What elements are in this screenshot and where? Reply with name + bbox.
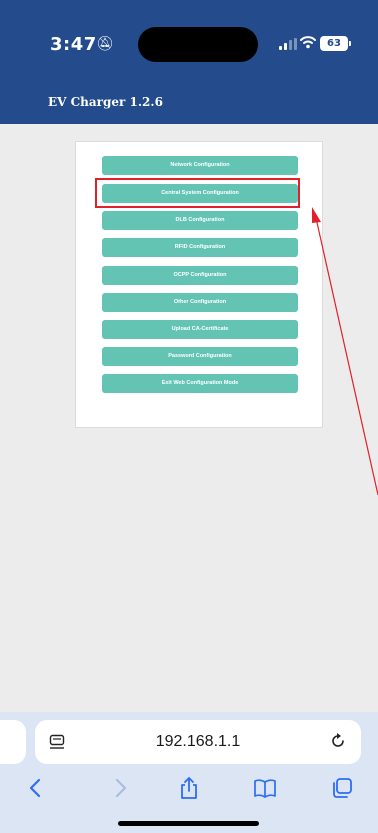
home-indicator [118,821,259,826]
status-time: 3:47 [50,34,97,55]
reload-icon[interactable] [329,732,347,750]
tabs-icon[interactable] [330,776,354,800]
back-icon[interactable] [24,776,48,800]
highlight-annotation-box [95,178,300,208]
wifi-icon [300,36,316,49]
app-header: 3:47 🔕︎ 63 EV Charger 1.2.6 [0,0,378,124]
other-configuration-button[interactable]: Other Configuration [102,293,298,312]
url-text[interactable]: 192.168.1.1 [35,733,361,751]
forward-icon[interactable] [108,776,132,800]
address-bar[interactable]: 192.168.1.1 [35,720,361,764]
bookmarks-icon[interactable] [253,776,277,800]
app-title: EV Charger 1.2.6 [48,95,163,109]
upload-ca-certificate-button[interactable]: Upload CA-Certificate [102,320,298,339]
network-configuration-button[interactable]: Network Configuration [102,156,298,175]
rfid-configuration-button[interactable]: RFID Configuration [102,238,298,257]
cellular-signal-icon [279,38,297,50]
silent-mode-icon: 🔕︎ [96,35,114,51]
battery-icon: 63 [320,36,351,51]
password-configuration-button[interactable]: Password Configuration [102,347,298,366]
status-bar: 3:47 🔕︎ 63 [0,0,378,88]
previous-tab-peek[interactable] [0,720,26,764]
ocpp-configuration-button[interactable]: OCPP Configuration [102,266,298,285]
dlb-configuration-button[interactable]: DLB Configuration [102,211,298,230]
share-icon[interactable] [177,776,201,800]
dynamic-island [138,27,258,62]
exit-web-configuration-mode-button[interactable]: Exit Web Configuration Mode [102,374,298,393]
